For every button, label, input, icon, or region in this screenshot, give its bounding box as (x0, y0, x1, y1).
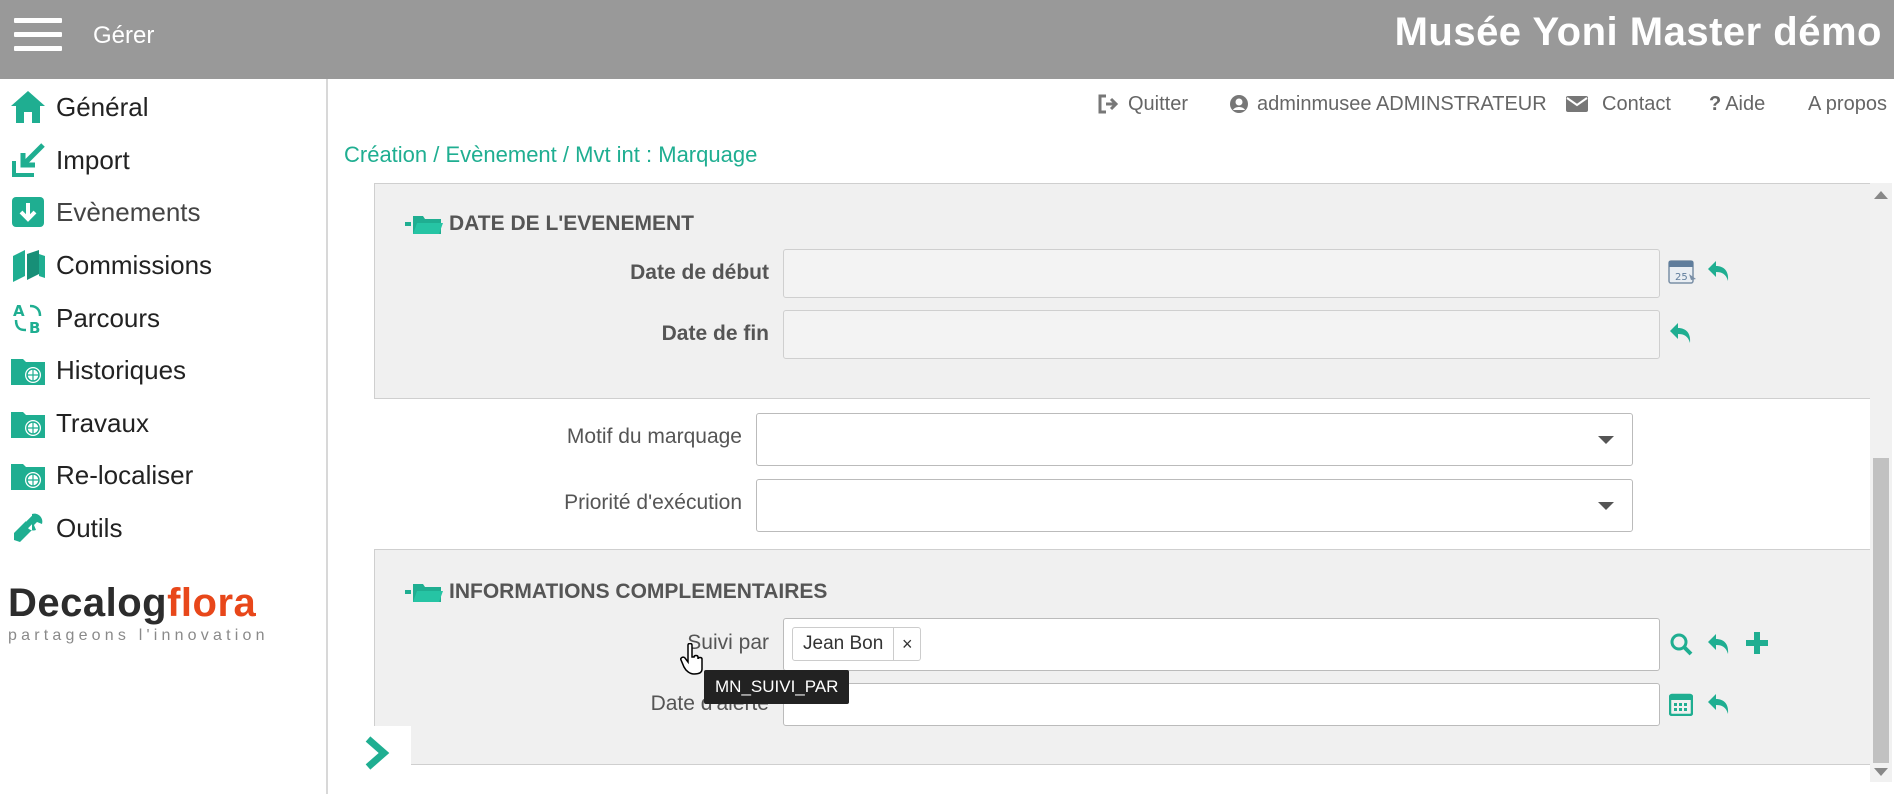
motif-select[interactable] (756, 413, 1633, 466)
logo-brand-part2: flora (167, 581, 257, 625)
top-bar: Gérer Musée Yoni Master démo (0, 0, 1894, 79)
priority-label: Priorité d'exécution (564, 491, 742, 514)
events-icon (8, 192, 48, 232)
logo-brand-part1: Decalog (8, 581, 168, 625)
sidebar-item-label: Général (56, 91, 149, 122)
tooltip: MN_SUIVI_PAR (704, 670, 850, 704)
svg-text:A: A (13, 302, 25, 320)
app-title: Musée Yoni Master démo (1394, 10, 1882, 54)
user-icon (1230, 95, 1248, 113)
sidebar-item-travaux[interactable]: Travaux (0, 397, 320, 449)
reset-undo-icon[interactable] (1705, 690, 1733, 718)
question-icon: ? (1709, 92, 1722, 115)
sidebar-item-label: Outils (56, 512, 123, 543)
section-date-title-text: DATE DE L'EVENEMENT (449, 212, 694, 235)
sidebar-item-label: Commissions (56, 249, 213, 280)
sidebar-item-label: Historiques (56, 354, 187, 385)
sidebar-item-parcours[interactable]: AB Parcours (0, 292, 320, 344)
history-folder-icon (8, 350, 48, 390)
motif-label: Motif du marquage (566, 425, 742, 448)
user-link[interactable]: adminmusee ADMINSTRATEUR (1229, 92, 1547, 116)
sidebar-item-events[interactable]: Evènements (0, 186, 320, 238)
end-date-label: Date de fin (661, 322, 769, 345)
commissions-icon (8, 245, 48, 285)
reset-undo-icon[interactable] (1667, 318, 1695, 348)
add-plus-icon[interactable] (1742, 628, 1772, 658)
section-info-title-text: INFORMATIONS COMPLEMENTAIRES (449, 580, 828, 603)
section-date-panel: DATE DE L'EVENEMENT Date de début 25 Dat… (374, 183, 1872, 399)
chevron-right-icon (365, 736, 390, 770)
end-date-input[interactable] (783, 310, 1660, 359)
chevron-down-icon (1598, 435, 1614, 444)
priority-select[interactable] (756, 479, 1633, 532)
sidebar-item-label: Evènements (56, 196, 201, 227)
contact-label: Contact (1602, 92, 1671, 115)
tag-label: Jean Bon (793, 628, 895, 660)
sidebar: Général Import Evènements Commissions AB… (0, 79, 328, 794)
help-link[interactable]: ? Aide (1709, 92, 1765, 116)
section-date-title[interactable]: DATE DE L'EVENEMENT (405, 212, 694, 236)
svg-text:B: B (29, 319, 40, 336)
section-info-panel: INFORMATIONS COMPLEMENTAIRES Suivi par J… (374, 549, 1872, 765)
travaux-folder-icon (8, 403, 48, 443)
decalog-flora-logo: Decalogflora partageons l'innovation (8, 581, 298, 651)
wrench-icon (8, 508, 48, 548)
sidebar-item-import[interactable]: Import (0, 134, 320, 186)
chevron-down-icon (1598, 501, 1614, 510)
sidebar-item-historiques[interactable]: Historiques (0, 344, 320, 396)
parcours-icon: AB (8, 298, 48, 338)
help-label: Aide (1725, 92, 1766, 115)
quit-link[interactable]: Quitter (1098, 92, 1188, 116)
folder-open-icon (405, 584, 443, 602)
reset-undo-icon[interactable] (1705, 256, 1733, 286)
expand-panel-button[interactable] (343, 726, 411, 780)
sidebar-item-general[interactable]: Général (0, 81, 320, 133)
search-icon[interactable] (1667, 630, 1695, 658)
contact-link[interactable]: Contact (1566, 92, 1671, 116)
start-date-label: Date de début (630, 261, 769, 284)
user-label: adminmusee ADMINSTRATEUR (1257, 92, 1547, 115)
hamburger-menu-icon[interactable] (14, 18, 62, 54)
followed-by-label: Suivi par (687, 631, 769, 654)
folder-open-icon (405, 216, 443, 234)
quit-label: Quitter (1128, 92, 1189, 115)
followed-by-input[interactable]: Jean Bon × (783, 618, 1660, 671)
followed-by-tag: Jean Bon × (792, 627, 922, 661)
reset-undo-icon[interactable] (1705, 630, 1733, 658)
scroll-down-arrow-icon[interactable] (1874, 768, 1888, 776)
breadcrumb: Création / Evènement / Mvt int : Marquag… (344, 142, 758, 167)
top-menu-manage[interactable]: Gérer (93, 22, 154, 50)
sidebar-item-label: Travaux (56, 407, 149, 438)
form-content: DATE DE L'EVENEMENT Date de début 25 Dat… (344, 183, 1872, 793)
tag-remove-button[interactable]: × (894, 634, 920, 655)
svg-text:25: 25 (1675, 272, 1688, 283)
sidebar-item-outils[interactable]: Outils (0, 502, 320, 554)
hand-cursor-icon (680, 642, 706, 680)
calendar-picker-icon[interactable]: 25 (1667, 254, 1697, 288)
about-link[interactable]: A propos (1808, 92, 1887, 116)
sidebar-item-relocaliser[interactable]: Re-localiser (0, 449, 320, 501)
home-icon (8, 87, 48, 127)
section-info-title[interactable]: INFORMATIONS COMPLEMENTAIRES (405, 580, 827, 604)
sidebar-item-label: Import (56, 144, 130, 175)
scrollbar-thumb[interactable] (1873, 458, 1889, 763)
sidebar-item-commissions[interactable]: Commissions (0, 239, 320, 291)
sidebar-item-label: Re-localiser (56, 459, 194, 490)
logo-tagline: partageons l'innovation (8, 627, 269, 644)
about-label: A propos (1808, 92, 1887, 115)
logout-icon (1098, 94, 1119, 114)
relocate-folder-icon (8, 455, 48, 495)
calendar-icon[interactable] (1667, 690, 1695, 718)
import-icon (8, 140, 48, 180)
alert-date-input[interactable] (783, 683, 1660, 726)
scroll-up-arrow-icon[interactable] (1874, 191, 1888, 199)
envelope-icon (1566, 96, 1588, 112)
start-date-input[interactable] (783, 249, 1660, 298)
sidebar-item-label: Parcours (56, 302, 161, 333)
vertical-scrollbar[interactable] (1870, 183, 1892, 782)
